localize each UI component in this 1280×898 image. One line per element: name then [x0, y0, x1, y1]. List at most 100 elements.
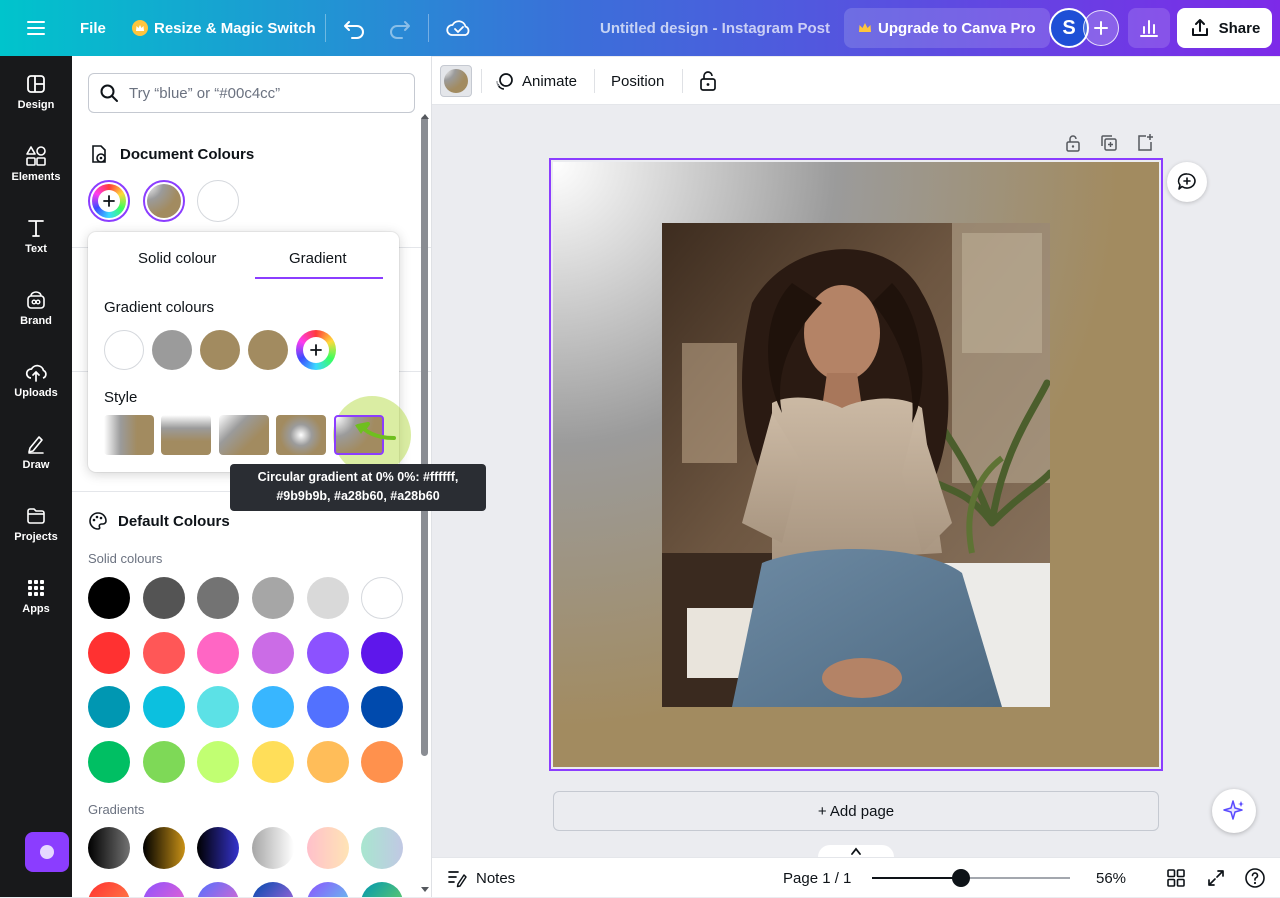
portrait-photo[interactable] — [662, 223, 1050, 707]
rail-item-uploads[interactable]: Uploads — [0, 348, 72, 412]
solid-colour-swatch[interactable] — [197, 686, 239, 728]
rail-label: Design — [17, 99, 55, 111]
animate-button[interactable]: Animate — [494, 57, 577, 105]
brand-icon — [27, 291, 45, 309]
cloud-save-status[interactable] — [444, 0, 474, 56]
gradient-swatch[interactable] — [307, 827, 349, 869]
add-gradient-stop-button[interactable] — [296, 330, 336, 370]
solid-colour-swatch[interactable] — [88, 632, 130, 674]
tab-gradient[interactable]: Gradient — [289, 250, 347, 267]
zoom-slider[interactable] — [872, 869, 1070, 887]
solid-colour-swatch[interactable] — [197, 741, 239, 783]
document-title[interactable]: Untitled design - Instagram Post — [600, 0, 830, 56]
help-button[interactable] — [1244, 858, 1266, 898]
hamburger-icon — [27, 21, 45, 35]
solid-colour-swatch[interactable] — [361, 632, 403, 674]
magic-assistant-button[interactable] — [1212, 789, 1256, 833]
cloud-upload-icon — [25, 364, 47, 382]
rail-label: Elements — [11, 171, 61, 183]
gradient-swatch[interactable] — [197, 827, 239, 869]
solid-colour-swatch[interactable] — [361, 741, 403, 783]
document-colour-white[interactable] — [197, 180, 239, 222]
style-linear-vertical[interactable] — [161, 415, 211, 455]
grid-view-button[interactable] — [1166, 858, 1186, 898]
upgrade-button[interactable]: Upgrade to Canva Pro — [844, 8, 1050, 48]
page-indicator[interactable]: Page 1 / 1 — [783, 858, 851, 898]
gradient-swatch[interactable] — [252, 827, 294, 869]
solid-colour-swatch[interactable] — [252, 632, 294, 674]
add-page-icon-button[interactable] — [1134, 132, 1156, 154]
fullscreen-button[interactable] — [1206, 858, 1226, 898]
solid-colour-swatch[interactable] — [252, 686, 294, 728]
crown-icon — [859, 23, 871, 32]
photo-illustration — [662, 223, 1050, 707]
background-colour-button[interactable] — [440, 65, 472, 97]
gradient-stop-2[interactable] — [152, 330, 192, 370]
rail-item-design[interactable]: Design — [0, 60, 72, 124]
tooltip-line-2: #9b9b9b, #a28b60, #a28b60 — [276, 489, 440, 503]
solid-colour-swatch[interactable] — [143, 741, 185, 783]
gradient-stop-1[interactable] — [104, 330, 144, 370]
position-button[interactable]: Position — [611, 57, 664, 105]
gradient-swatch[interactable] — [143, 827, 185, 869]
undo-button[interactable] — [340, 0, 368, 56]
solid-colour-swatch[interactable] — [143, 686, 185, 728]
rail-item-elements[interactable]: Elements — [0, 132, 72, 196]
lock-button[interactable] — [698, 57, 718, 105]
solid-colour-swatch[interactable] — [252, 577, 294, 619]
style-linear-diagonal[interactable] — [219, 415, 269, 455]
solid-colour-swatch[interactable] — [361, 577, 403, 619]
rail-item-apps[interactable]: Apps — [0, 564, 72, 628]
zoom-level[interactable]: 56% — [1096, 858, 1126, 898]
gradient-swatch[interactable] — [361, 827, 403, 869]
rail-item-draw[interactable]: Draw — [0, 420, 72, 484]
style-radial-center[interactable] — [276, 415, 326, 455]
file-label: File — [80, 19, 106, 37]
gradients-label: Gradients — [88, 802, 145, 817]
add-collaborator-button[interactable] — [1083, 10, 1119, 46]
rail-item-brand[interactable]: Brand — [0, 276, 72, 340]
solid-colour-swatch[interactable] — [307, 686, 349, 728]
add-page-button[interactable]: + Add page — [553, 791, 1159, 831]
solid-colour-swatch[interactable] — [88, 577, 130, 619]
solid-colours-label: Solid colours — [88, 551, 163, 566]
duplicate-page-button[interactable] — [1098, 132, 1120, 154]
search-input[interactable] — [129, 84, 389, 102]
solid-colour-swatch[interactable] — [197, 577, 239, 619]
solid-colour-swatch[interactable] — [252, 741, 294, 783]
gradient-swatch[interactable] — [88, 827, 130, 869]
share-button[interactable]: Share — [1177, 8, 1272, 48]
solid-colour-swatch[interactable] — [88, 686, 130, 728]
gradient-stop-4[interactable] — [248, 330, 288, 370]
gradient-stop-3[interactable] — [200, 330, 240, 370]
document-colours-heading: Document Colours — [88, 143, 254, 165]
zoom-slider-thumb[interactable] — [952, 869, 971, 887]
solid-colour-swatch[interactable] — [307, 577, 349, 619]
lock-page-button[interactable] — [1062, 132, 1084, 154]
solid-colour-swatch[interactable] — [197, 632, 239, 674]
solid-colour-swatch[interactable] — [143, 577, 185, 619]
redo-button[interactable] — [386, 0, 414, 56]
gradient-colours-label: Gradient colours — [104, 299, 215, 316]
rail-item-text[interactable]: Text — [0, 204, 72, 268]
document-colour-gradient[interactable] — [143, 180, 185, 222]
solid-colour-swatch[interactable] — [143, 632, 185, 674]
resize-magic-switch-button[interactable]: Resize & Magic Switch — [122, 8, 326, 48]
solid-colour-swatch[interactable] — [88, 741, 130, 783]
rail-label: Brand — [20, 315, 52, 327]
panel-scrollbar[interactable] — [421, 116, 428, 756]
insights-button[interactable] — [1128, 8, 1170, 48]
notes-button[interactable]: Notes — [446, 858, 515, 898]
solid-colour-swatch[interactable] — [307, 741, 349, 783]
solid-colour-swatch[interactable] — [361, 686, 403, 728]
magic-media-button[interactable] — [25, 832, 69, 872]
tab-solid-colour[interactable]: Solid colour — [138, 250, 216, 267]
file-menu-button[interactable]: File — [70, 8, 116, 48]
rail-item-projects[interactable]: Projects — [0, 492, 72, 556]
add-comment-button[interactable] — [1167, 162, 1207, 202]
menu-button[interactable] — [22, 0, 50, 56]
colour-search[interactable] — [88, 73, 415, 113]
solid-colour-swatch[interactable] — [307, 632, 349, 674]
style-linear-horizontal[interactable] — [104, 415, 154, 455]
add-document-colour-button[interactable] — [88, 180, 130, 222]
